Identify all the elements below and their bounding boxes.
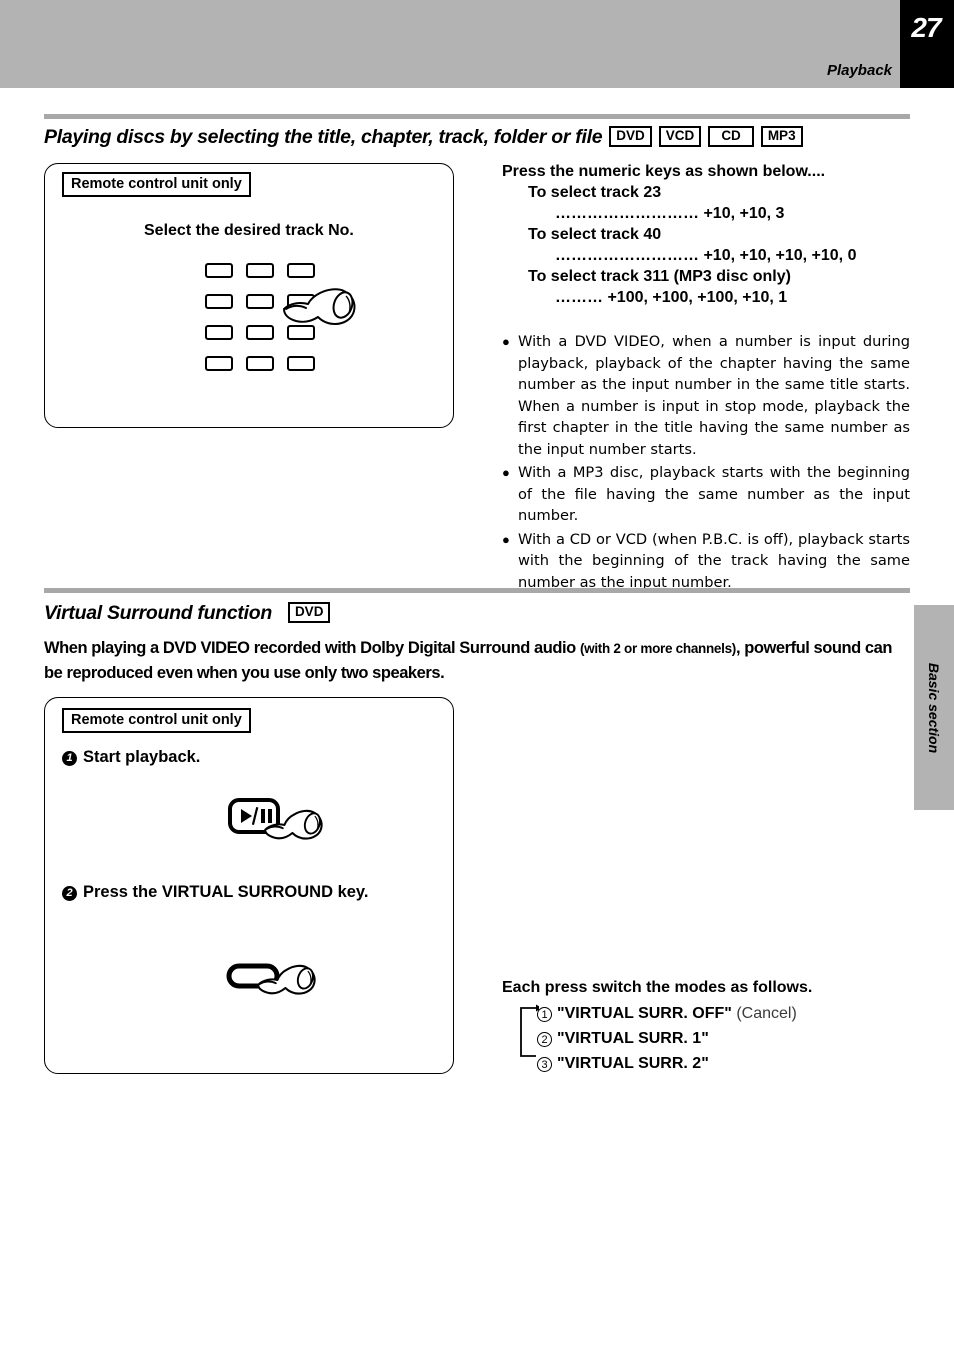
section1-title-row: Playing discs by selecting the title, ch… — [44, 126, 803, 149]
mode-item-number: 1 — [537, 1007, 552, 1022]
badge-vcd: VCD — [658, 126, 702, 147]
keypad-key — [287, 356, 315, 371]
mode-item-label: "VIRTUAL SURR. 2" — [557, 1055, 709, 1072]
bullet-dot-icon: ● — [502, 531, 510, 547]
section1-instruction-heading: Press the numeric keys as shown below...… — [502, 163, 826, 180]
bullet-dot-icon: ● — [502, 465, 510, 480]
section1-illustration-caption: Select the desired track No. — [144, 222, 354, 239]
section1-top-rule — [44, 114, 910, 119]
mode-item-note: (Cancel) — [731, 1005, 797, 1022]
mode-cycle-list: 1 "VIRTUAL SURR. OFF" (Cancel) 2 "VIRTUAL … — [537, 1001, 797, 1076]
instruction-item-keys-1: ……………………… +10, +10, 3 — [555, 205, 785, 222]
keypad-key — [246, 294, 274, 309]
hand-pointing-icon — [283, 288, 356, 325]
badge-mp3: MP3 — [760, 126, 803, 147]
step-1-line: 1 Start playback. — [62, 748, 200, 767]
keypad-key — [205, 325, 233, 340]
note-text: With a DVD VIDEO, when a number is input… — [518, 333, 910, 458]
step-1-label: Start playback. — [83, 748, 201, 766]
keypad-key — [205, 294, 233, 309]
step-2-number: 2 — [62, 886, 77, 901]
mode-cycle-heading: Each press switch the modes as follows. — [502, 979, 813, 996]
note-item: ● With a MP3 disc, playback starts with … — [502, 462, 910, 527]
note-item: ● With a CD or VCD (when P.B.C. is off),… — [502, 529, 910, 594]
note-item: ● With a DVD VIDEO, when a number is inp… — [502, 331, 910, 460]
mode-item-label: "VIRTUAL SURR. OFF" — [557, 1005, 732, 1022]
keypad-key — [246, 325, 274, 340]
section2-title: Virtual Surround function — [44, 602, 272, 624]
bullet-dot-icon: ● — [502, 334, 510, 349]
badge-dvd: DVD — [287, 602, 331, 623]
side-tab-basic-section: Basic section — [914, 605, 954, 810]
keypad-key — [205, 356, 233, 371]
hand-pointing-icon — [257, 964, 316, 995]
mode-item: 1 "VIRTUAL SURR. OFF" (Cancel) — [537, 1001, 797, 1026]
mode-item: 3 "VIRTUAL SURR. 2" — [537, 1051, 797, 1076]
keypad-key — [287, 263, 315, 278]
instruction-item-label-3: To select track 311 (MP3 disc only) — [528, 268, 791, 285]
section1-title: Playing discs by selecting the title, ch… — [44, 126, 603, 148]
section2-intro-part1: When playing a DVD VIDEO recorded with D… — [44, 639, 580, 657]
step-2-line: 2 Press the VIRTUAL SURROUND key. — [62, 883, 368, 902]
note-text: With a MP3 disc, playback starts with th… — [518, 464, 910, 524]
keypad-key — [246, 356, 274, 371]
side-tab-label: Basic section — [926, 662, 942, 753]
keypad-key — [246, 263, 274, 278]
mode-item: 2 "VIRTUAL SURR. 1" — [537, 1026, 797, 1051]
mode-item-label: "VIRTUAL SURR. 1" — [557, 1030, 709, 1047]
section2-top-rule — [44, 588, 910, 593]
mode-item-number: 3 — [537, 1057, 552, 1072]
section1-remote-only-label: Remote control unit only — [62, 172, 251, 197]
section2-remote-only-label: Remote control unit only — [62, 708, 251, 733]
badge-dvd: DVD — [609, 126, 652, 147]
instruction-item-label-2: To select track 40 — [528, 226, 662, 243]
section2-intro-paragraph: When playing a DVD VIDEO recorded with D… — [44, 636, 914, 686]
instruction-item-keys-2: ……………………… +10, +10, +10, +10, 0 — [555, 247, 857, 264]
page-header-bar — [0, 0, 954, 88]
section2-intro-small: (with 2 or more channels) — [579, 641, 736, 656]
instruction-item-keys-3: ……… +100, +100, +100, +10, 1 — [555, 289, 788, 306]
note-text: With a CD or VCD (when P.B.C. is off), p… — [518, 530, 910, 591]
section2-title-row: Virtual Surround function DVD — [44, 602, 331, 625]
step-1-number: 1 — [62, 751, 77, 766]
step-2-label: Press the VIRTUAL SURROUND key. — [83, 883, 369, 901]
page-number: 27 — [911, 12, 941, 43]
keypad-key — [205, 263, 233, 278]
badge-cd: CD — [708, 126, 754, 147]
instruction-item-label-1: To select track 23 — [528, 184, 662, 201]
header-section-label: Playback — [826, 62, 892, 79]
mode-item-number: 2 — [537, 1032, 552, 1047]
hand-pointing-icon — [264, 809, 323, 840]
mode-cycle-loop-arrow-icon — [520, 1004, 539, 1057]
section1-notes-list: ● With a DVD VIDEO, when a number is inp… — [502, 331, 910, 595]
